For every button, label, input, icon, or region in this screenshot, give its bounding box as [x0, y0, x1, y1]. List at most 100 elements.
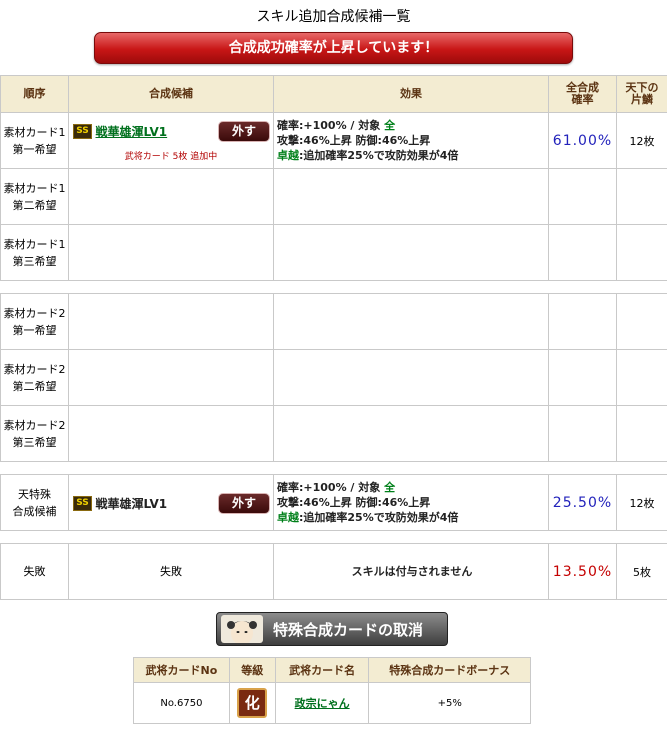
rate-cell — [548, 224, 617, 281]
effect-cell: 確率:+100% / 対象 全 攻撃:46%上昇 防御:46%上昇 卓越:追加確… — [273, 112, 549, 169]
remove-button[interactable]: 外す — [218, 492, 270, 514]
slot-line1: 素材カード2 — [3, 362, 66, 376]
slot-order: 素材カード1 第一希望 — [0, 112, 69, 169]
slot-line2: 第一希望 — [12, 142, 57, 156]
effect-cell — [273, 349, 549, 406]
slot-line2: 第三希望 — [12, 254, 57, 268]
page-title: スキル追加合成候補一覧 — [256, 9, 411, 25]
candidate-cell[interactable] — [68, 349, 274, 406]
excellence-label: 卓越 — [277, 149, 299, 162]
header-sheets-text: 天下の片鱗 — [625, 81, 659, 106]
effect-line2: 攻撃:46%上昇 防御:46%上昇 — [277, 496, 431, 509]
slot-line1: 素材カード2 — [3, 306, 66, 320]
card-no: No.6750 — [133, 682, 230, 724]
effect-line1-text: 確率:+100% / 対象 — [277, 481, 385, 494]
sheets-cell: 12枚 — [616, 112, 667, 169]
table-header: 武将カードNo 等級 武将カード名 特殊合成カードボーナス — [133, 657, 531, 683]
sheets-cell — [616, 349, 667, 406]
candidate-cell: SS 戦華雄渾LV1 外す 武将カード 5枚 追加中 — [68, 112, 274, 169]
table-row: 失敗 失敗 スキルは付与されません 13.50% 5枚 — [0, 543, 667, 600]
special-card-table: 武将カードNo 等級 武将カード名 特殊合成カードボーナス No.6750 化 … — [133, 657, 531, 724]
gap-cell — [0, 280, 667, 294]
slot-line1: 素材カード1 — [3, 237, 66, 251]
slot-line1: 天特殊 — [18, 487, 51, 501]
table-row: No.6750 化 政宗にゃん +5% — [133, 682, 531, 724]
slot-line1: 素材カード1 — [3, 125, 66, 139]
fail-order: 失敗 — [0, 543, 69, 600]
rate-cell: 61.00% — [548, 112, 617, 169]
cancel-special-card-button[interactable]: 特殊合成カードの取消 — [216, 612, 448, 646]
rate-cell: 25.50% — [548, 474, 617, 531]
table-row: 素材カード2 第一希望 — [0, 293, 667, 350]
candidate-cell: SS 戦華雄渾LV1 外す — [68, 474, 274, 531]
rate-cell — [548, 405, 617, 462]
candidate-cell[interactable] — [68, 168, 274, 225]
sheets-cell — [616, 405, 667, 462]
header-grade: 等級 — [228, 657, 276, 683]
effect-line1: 確率:+100% / 対象 全 — [277, 118, 547, 133]
header-card-no: 武将カードNo — [133, 657, 230, 683]
effect-line3-text: :追加確率25%で攻防効果が4倍 — [299, 149, 459, 162]
candidate-cell[interactable] — [68, 405, 274, 462]
table-row: 素材カード1 第一希望 SS 戦華雄渾LV1 外す 武将カード 5枚 追加中 確… — [0, 112, 667, 169]
skill-link[interactable]: 戦華雄渾LV1 — [96, 125, 168, 139]
slot-line2: 第二希望 — [12, 379, 57, 393]
rarity-ss-badge: SS — [73, 495, 92, 511]
header-bonus: 特殊合成カードボーナス — [368, 657, 531, 683]
effect-line3: 卓越:追加確率25%で攻防効果が4倍 — [277, 148, 547, 163]
slot-line1: 素材カード1 — [3, 181, 66, 195]
bonus-cell: +5% — [368, 682, 531, 724]
slot-line2: 第一希望 — [12, 323, 57, 337]
header-order: 順序 — [0, 75, 69, 113]
sheets-cell — [616, 168, 667, 225]
row-gap — [0, 461, 667, 475]
rate-up-banner: 合成成功確率が上昇しています！ — [94, 32, 573, 64]
gap-cell — [0, 530, 667, 544]
row-gap — [0, 530, 667, 544]
table-row: 素材カード2 第二希望 — [0, 349, 667, 406]
card-name-link[interactable]: 政宗にゃん — [295, 697, 350, 710]
header-effect: 効果 — [273, 75, 549, 113]
candidate-entry: SS 戦華雄渾LV1 外す — [70, 491, 272, 515]
candidate-cell[interactable] — [68, 293, 274, 350]
fail-effect: スキルは付与されません — [273, 543, 549, 600]
header-rate: 全合成確率 — [548, 75, 617, 113]
table-row: 素材カード2 第三希望 — [0, 405, 667, 462]
effect-line1-text: 確率:+100% / 対象 — [277, 119, 385, 132]
rate-cell — [548, 349, 617, 406]
gap-cell — [0, 461, 667, 475]
header-sheets: 天下の片鱗 — [616, 75, 667, 113]
fail-sheets: 5枚 — [616, 543, 667, 600]
sheets-cell — [616, 224, 667, 281]
effect-line1: 確率:+100% / 対象 全 — [277, 480, 547, 495]
rate-cell — [548, 168, 617, 225]
header-card-name: 武将カード名 — [274, 657, 370, 683]
sheets-cell — [616, 293, 667, 350]
header-rate-text: 全合成確率 — [566, 81, 599, 106]
card-name-cell: 政宗にゃん — [274, 682, 370, 724]
grade-icon: 化 — [237, 688, 268, 718]
candidate-table: 順序 合成候補 効果 全合成確率 天下の片鱗 素材カード1 第一希望 SS 戦華… — [0, 75, 667, 600]
slot-line2: 第三希望 — [12, 435, 57, 449]
slot-order: 素材カード1 第二希望 — [0, 168, 69, 225]
skill-name: 戦華雄渾LV1 — [95, 496, 168, 511]
table-row: 素材カード1 第二希望 — [0, 168, 667, 225]
candidate-cell[interactable] — [68, 224, 274, 281]
excellence-label: 卓越 — [277, 511, 299, 524]
candidate-entry: SS 戦華雄渾LV1 外す — [70, 119, 272, 143]
target-all: 全 — [384, 481, 396, 494]
slot-line1: 素材カード2 — [3, 418, 66, 432]
effect-cell — [273, 168, 549, 225]
effect-cell — [273, 293, 549, 350]
effect-line2: 攻撃:46%上昇 防御:46%上昇 — [277, 134, 431, 147]
grade-cell: 化 — [228, 682, 276, 724]
table-row: 天特殊 合成候補 SS 戦華雄渾LV1 外す 確率:+100% / 対象 全 攻… — [0, 474, 667, 531]
rate-cell — [548, 293, 617, 350]
added-card-note: 武将カード 5枚 追加中 — [124, 152, 218, 162]
target-all: 全 — [384, 119, 396, 132]
sheets-cell: 12枚 — [616, 474, 667, 531]
effect-cell — [273, 405, 549, 462]
header-candidate: 合成候補 — [68, 75, 274, 113]
slot-order: 素材カード1 第三希望 — [0, 224, 69, 281]
remove-button[interactable]: 外す — [218, 121, 270, 142]
